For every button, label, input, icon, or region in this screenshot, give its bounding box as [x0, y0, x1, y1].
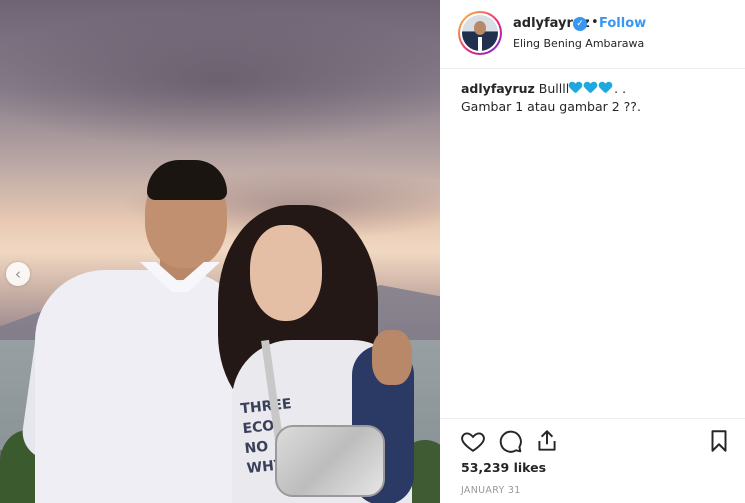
man-hair	[147, 160, 227, 200]
likes-count[interactable]: 53,239 likes	[461, 460, 546, 475]
comment-icon[interactable]	[497, 428, 523, 454]
man-hand	[372, 330, 412, 385]
verified-badge-icon: ✓	[573, 17, 587, 31]
avatar-image	[462, 15, 498, 51]
blue-heart-icon	[569, 82, 582, 94]
blue-heart-icon	[584, 82, 597, 94]
chevron-left-icon: ‹	[15, 265, 21, 283]
actions-divider	[440, 418, 745, 419]
share-icon[interactable]	[534, 428, 560, 454]
post-photo[interactable]: THREE ECO NO WHYS ‹	[0, 0, 440, 503]
blue-heart-icon	[599, 82, 612, 94]
separator-dot: •	[591, 15, 599, 30]
woman-face	[250, 225, 322, 321]
bookmark-icon[interactable]	[706, 428, 732, 454]
waist-bag	[275, 425, 385, 497]
caption-text-suffix: . .	[614, 81, 627, 96]
follow-button[interactable]: Follow	[599, 16, 646, 31]
caption-username-link[interactable]: adlyfayruz	[461, 81, 535, 96]
post-sidebar: adlyfayruz ✓ • Follow Eling Bening Ambar…	[440, 0, 745, 503]
caption-line-2: Gambar 1 atau gambar 2 ??.	[461, 99, 641, 114]
photo-cloud	[0, 10, 440, 150]
post-date: JANUARY 31	[461, 485, 521, 496]
avatar[interactable]	[458, 11, 502, 55]
post-caption: adlyfayruz Bullll . . Gambar 1 atau gamba…	[461, 80, 731, 116]
caption-text: Bullll	[538, 81, 570, 96]
caption-line-1: adlyfayruz Bullll . .	[461, 80, 731, 98]
post-header: adlyfayruz ✓ • Follow Eling Bening Ambar…	[440, 0, 745, 69]
heart-outline-icon[interactable]	[460, 428, 486, 454]
location-link[interactable]: Eling Bening Ambarawa	[513, 37, 644, 50]
carousel-prev-button[interactable]: ‹	[6, 262, 30, 286]
avatar-frame	[460, 13, 500, 53]
